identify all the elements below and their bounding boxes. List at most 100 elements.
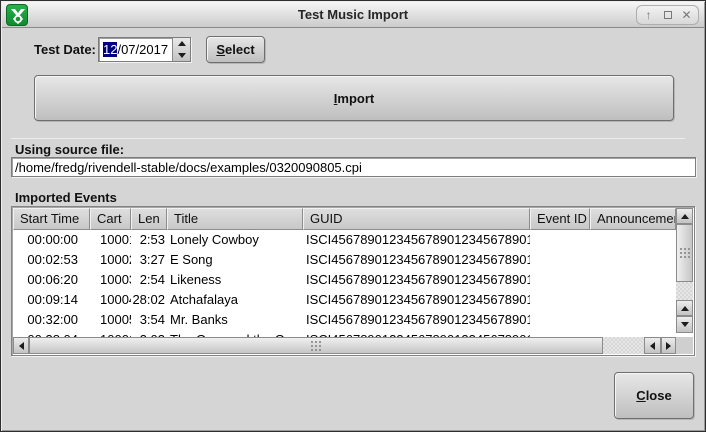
select-button-mnemonic: S bbox=[216, 42, 225, 57]
scroll-down-button[interactable] bbox=[676, 316, 693, 333]
source-file-field[interactable] bbox=[11, 157, 696, 177]
column-header-event-id[interactable]: Event ID bbox=[530, 208, 590, 230]
cell-announcement bbox=[590, 230, 676, 250]
cell-event-id bbox=[530, 310, 590, 330]
cell-start-time: 00:09:14 bbox=[13, 290, 90, 310]
close-button-mnemonic: C bbox=[636, 388, 645, 403]
cell-guid: ISCI4567890123456789012345678901 bbox=[303, 290, 530, 310]
scroll-up-button[interactable] bbox=[676, 208, 693, 224]
cell-len: 3:54 bbox=[131, 310, 167, 330]
cell-guid: ISCI4567890123456789012345678901 bbox=[303, 230, 530, 250]
cell-len: 3:27 bbox=[131, 250, 167, 270]
titlebar[interactable]: Test Music Import ↑ ✕ bbox=[2, 2, 704, 28]
imported-events-label: Imported Events bbox=[15, 190, 117, 205]
scroll-left-icon bbox=[650, 342, 655, 350]
test-date-value[interactable]: 12/07/2017 bbox=[99, 38, 172, 61]
cell-len: 28:02 bbox=[131, 290, 167, 310]
separator-line bbox=[11, 138, 685, 139]
cell-start-time: 00:06:20 bbox=[13, 270, 90, 290]
thumb-grip bbox=[309, 339, 323, 353]
spin-down-icon bbox=[178, 53, 186, 58]
scroll-up-button-bottom[interactable] bbox=[676, 300, 693, 316]
vertical-scrollbar-thumb[interactable] bbox=[676, 224, 693, 282]
cell-cart: 10001 bbox=[90, 230, 131, 250]
close-icon: ✕ bbox=[681, 9, 691, 21]
table-row[interactable]: 00:09:14 10004 28:02 Atchafalaya ISCI456… bbox=[13, 290, 676, 310]
close-window-button[interactable]: ✕ bbox=[677, 6, 696, 24]
cell-announcement bbox=[590, 290, 676, 310]
cell-start-time: 00:32:00 bbox=[13, 310, 90, 330]
test-date-spinbox[interactable]: 12/07/2017 bbox=[98, 37, 191, 62]
cell-event-id bbox=[530, 230, 590, 250]
horizontal-scrollbar[interactable] bbox=[13, 337, 676, 354]
select-date-button[interactable]: Select bbox=[206, 36, 265, 63]
shade-button[interactable]: ↑ bbox=[639, 6, 658, 24]
scroll-right-icon bbox=[666, 342, 671, 350]
cell-title: Lonely Cowboy bbox=[167, 230, 303, 250]
cell-title: Likeness bbox=[167, 270, 303, 290]
cell-cart: 10005 bbox=[90, 310, 131, 330]
cell-len: 2:53 bbox=[131, 230, 167, 250]
scrollbar-corner bbox=[676, 337, 693, 354]
test-date-label: Test Date: bbox=[34, 42, 96, 57]
vertical-scrollbar-track[interactable] bbox=[676, 282, 693, 300]
horizontal-scrollbar-thumb[interactable] bbox=[29, 337, 603, 354]
spinbox-arrows bbox=[172, 38, 190, 61]
column-header-start-time[interactable]: Start Time bbox=[13, 208, 90, 230]
source-file-label: Using source file: bbox=[15, 142, 124, 157]
spin-up-icon bbox=[178, 41, 186, 46]
window-title: Test Music Import bbox=[2, 2, 704, 28]
spin-up-button[interactable] bbox=[173, 38, 190, 50]
horizontal-scrollbar-track[interactable] bbox=[603, 337, 644, 354]
cell-title: Atchafalaya bbox=[167, 290, 303, 310]
imported-events-table: Start Time Cart Len Title GUID Event ID … bbox=[11, 206, 695, 356]
column-header-announcement[interactable]: Announcement bbox=[590, 208, 676, 230]
vertical-scrollbar[interactable] bbox=[676, 208, 693, 339]
test-music-import-window: Test Music Import ↑ ✕ Test Date: 12/07/2… bbox=[0, 0, 706, 432]
cell-title: Mr. Banks bbox=[167, 310, 303, 330]
window-controls: ↑ ✕ bbox=[636, 5, 699, 25]
table-body: 00:00:00 10001 2:53 Lonely Cowboy ISCI45… bbox=[13, 230, 676, 338]
column-header-guid[interactable]: GUID bbox=[303, 208, 530, 230]
shade-icon: ↑ bbox=[646, 9, 652, 21]
cell-event-id bbox=[530, 250, 590, 270]
cell-start-time: 00:00:00 bbox=[13, 230, 90, 250]
cell-cart: 10004 bbox=[90, 290, 131, 310]
import-button[interactable]: Import bbox=[34, 75, 674, 121]
table-header-row: Start Time Cart Len Title GUID Event ID … bbox=[13, 208, 676, 230]
scroll-left-icon bbox=[19, 342, 24, 350]
thumb-grip bbox=[678, 246, 692, 260]
scroll-right-button[interactable] bbox=[661, 337, 676, 354]
cell-title: E Song bbox=[167, 250, 303, 270]
scroll-up-icon bbox=[681, 306, 689, 311]
date-selected-segment: 12 bbox=[103, 42, 117, 57]
spin-down-button[interactable] bbox=[173, 50, 190, 62]
select-button-label: elect bbox=[225, 42, 255, 57]
column-header-len[interactable]: Len bbox=[131, 208, 167, 230]
cell-guid: ISCI4567890123456789012345678901 bbox=[303, 310, 530, 330]
table-row[interactable]: 00:06:20 10003 2:54 Likeness ISCI4567890… bbox=[13, 270, 676, 290]
scroll-down-icon bbox=[681, 322, 689, 327]
cell-len: 2:54 bbox=[131, 270, 167, 290]
date-rest-segment: /07/2017 bbox=[117, 42, 168, 57]
table-row[interactable]: 00:00:00 10001 2:53 Lonely Cowboy ISCI45… bbox=[13, 230, 676, 250]
cell-announcement bbox=[590, 250, 676, 270]
maximize-icon bbox=[664, 11, 672, 19]
cell-guid: ISCI4567890123456789012345678901 bbox=[303, 270, 530, 290]
close-button[interactable]: Close bbox=[614, 372, 694, 419]
column-header-title[interactable]: Title bbox=[167, 208, 303, 230]
import-button-label: mport bbox=[337, 91, 374, 106]
cell-cart: 10002 bbox=[90, 250, 131, 270]
scroll-up-icon bbox=[681, 214, 689, 219]
cell-announcement bbox=[590, 270, 676, 290]
column-header-cart[interactable]: Cart bbox=[90, 208, 131, 230]
cell-cart: 10003 bbox=[90, 270, 131, 290]
table-row[interactable]: 00:02:53 10002 3:27 E Song ISCI456789012… bbox=[13, 250, 676, 270]
table-row[interactable]: 00:32:00 10005 3:54 Mr. Banks ISCI456789… bbox=[13, 310, 676, 330]
scroll-left-button-right[interactable] bbox=[644, 337, 661, 354]
cell-announcement bbox=[590, 310, 676, 330]
scroll-left-button[interactable] bbox=[13, 337, 29, 354]
close-button-label: lose bbox=[646, 388, 672, 403]
maximize-button[interactable] bbox=[658, 6, 677, 24]
cell-event-id bbox=[530, 270, 590, 290]
